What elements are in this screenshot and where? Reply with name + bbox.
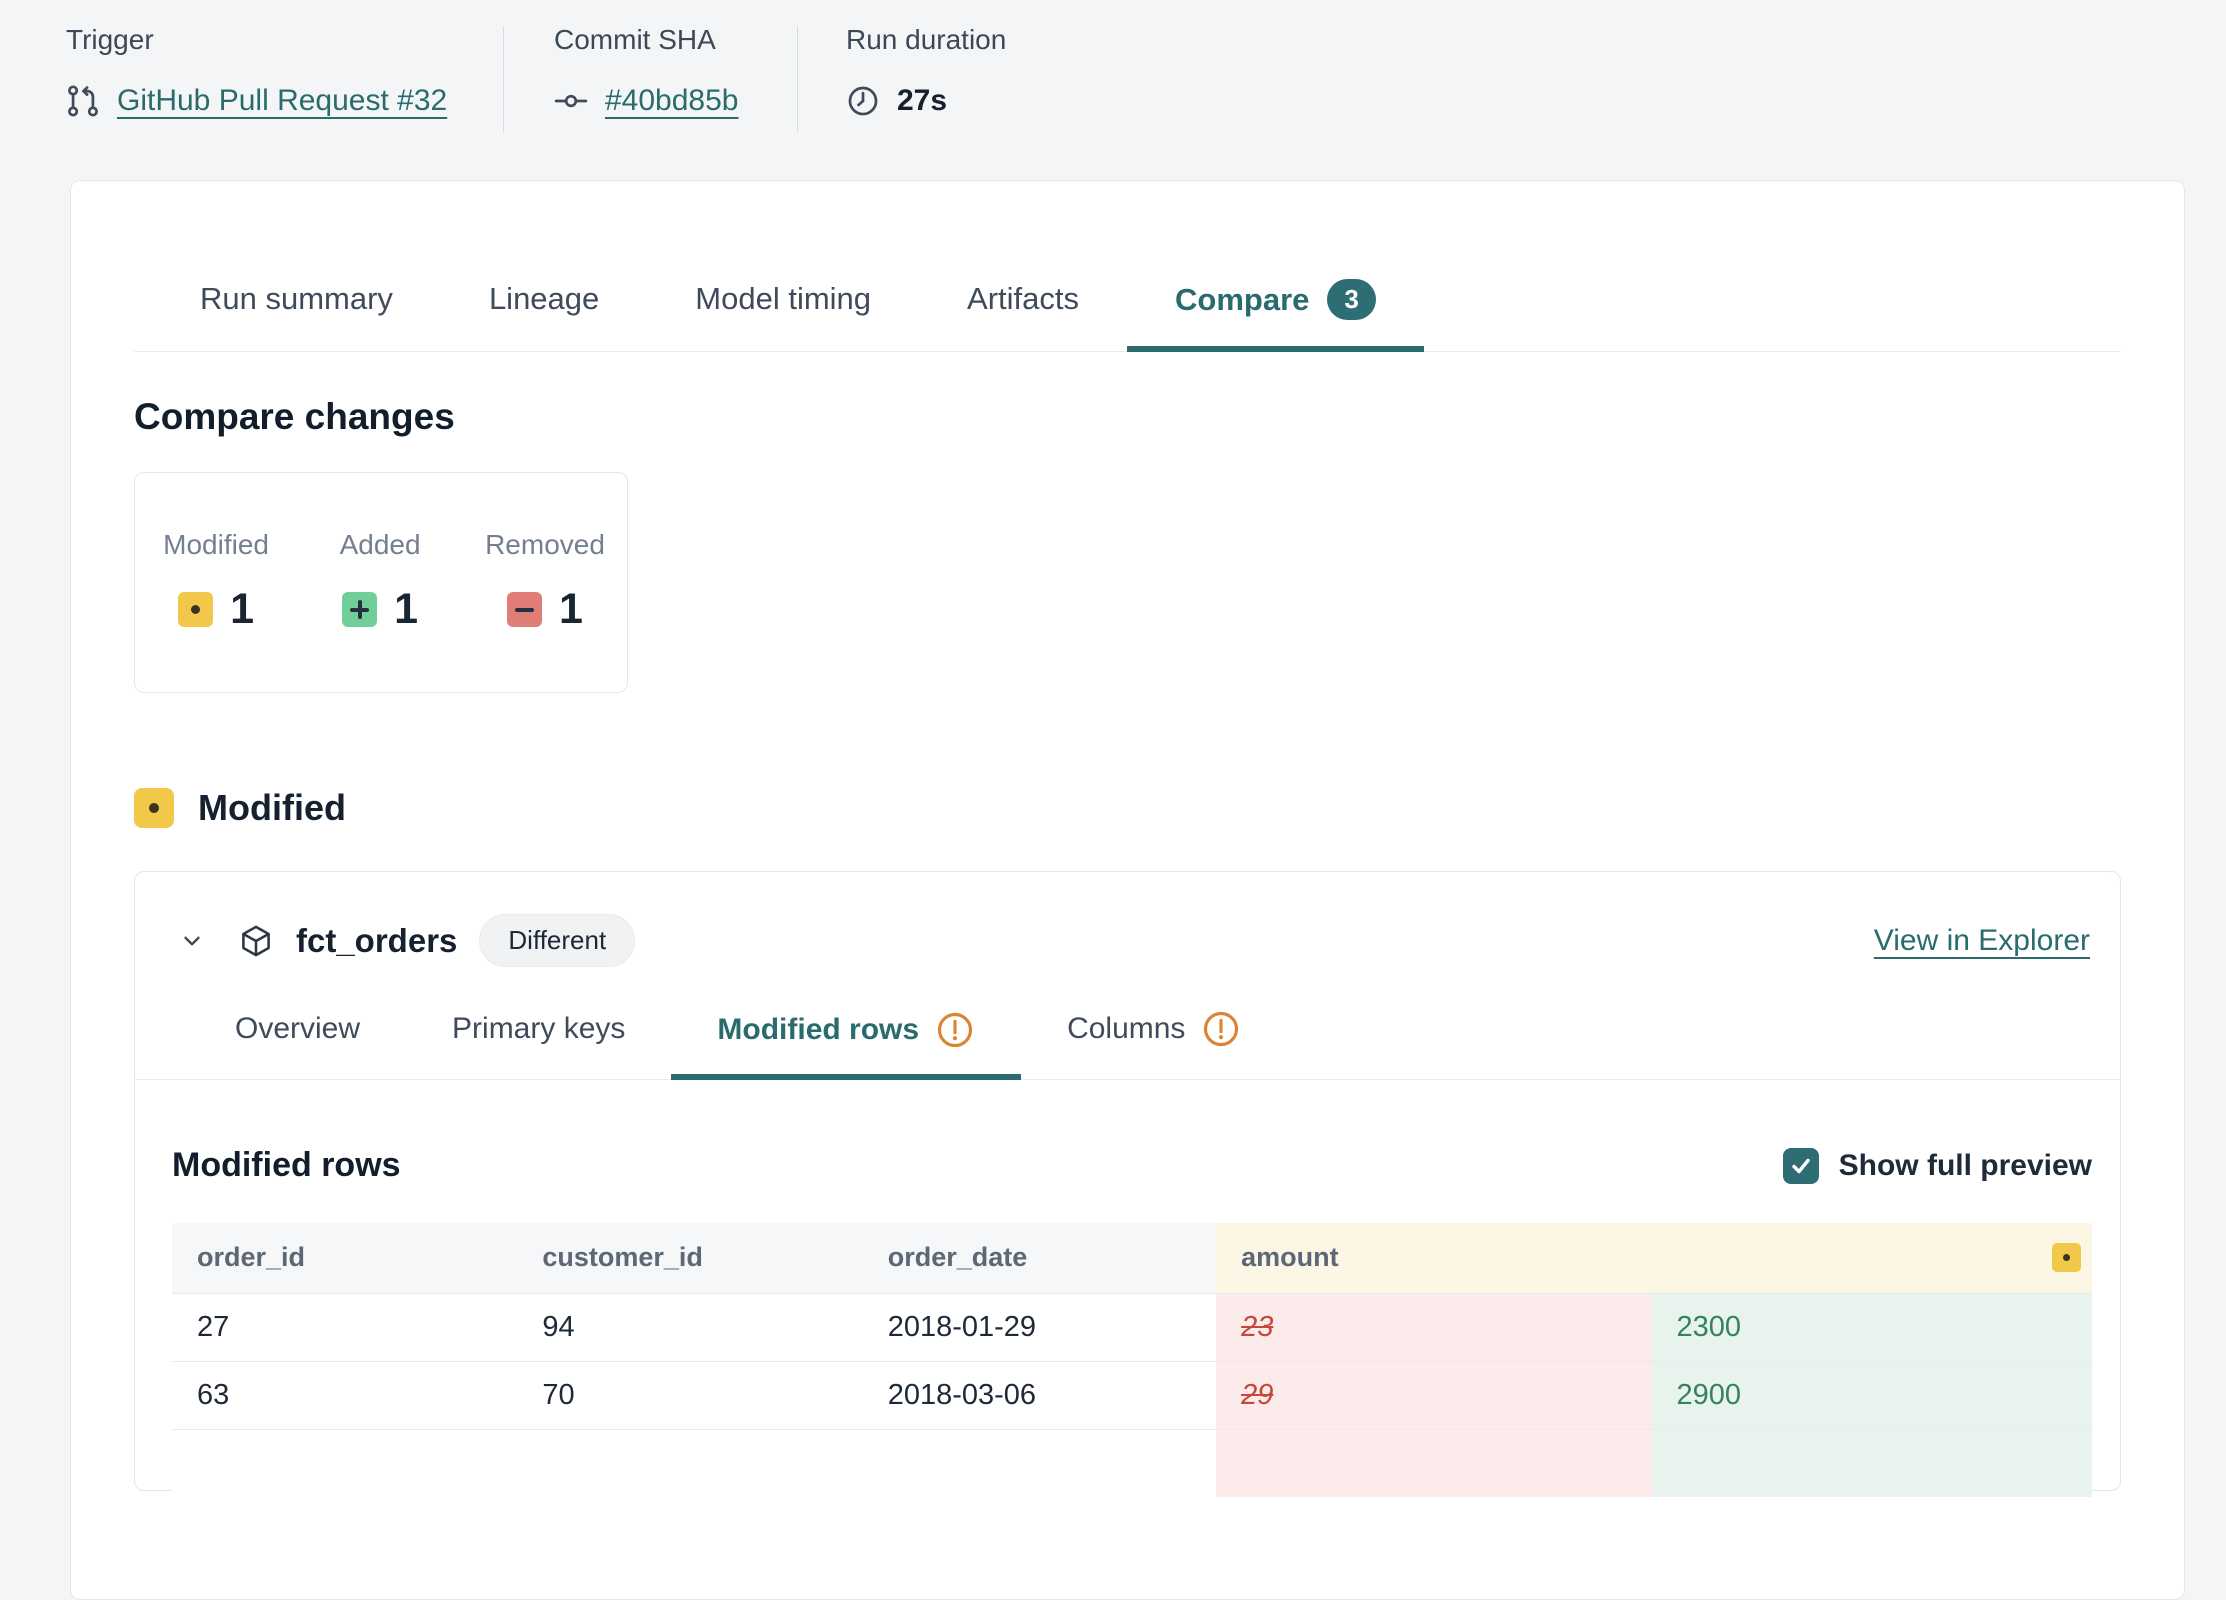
column-header-customer-id: customer_id	[517, 1223, 862, 1293]
table-row: 63 70 2018-03-06 29 2900	[172, 1361, 2092, 1429]
run-meta-header: Trigger GitHub Pull Request #32 Commit S…	[0, 0, 2226, 146]
modified-dot-square-icon	[178, 592, 213, 627]
stat-modified-label: Modified	[157, 529, 275, 561]
package-cube-icon	[238, 923, 274, 959]
table-row: 27 94 2018-01-29 23 2300	[172, 1293, 2092, 1361]
duration-value: 27s	[897, 84, 947, 118]
modified-dot-square-icon	[134, 788, 174, 828]
cell-order-id: 63	[172, 1361, 517, 1429]
modified-dot-square-icon	[2052, 1243, 2081, 1272]
tab-lineage[interactable]: Lineage	[441, 251, 647, 351]
column-header-amount: amount	[1216, 1223, 2092, 1293]
tab-run-summary[interactable]: Run summary	[152, 251, 441, 351]
show-full-preview-label: Show full preview	[1839, 1149, 2092, 1183]
added-plus-square-icon	[342, 592, 377, 627]
cell-amount-old: 29	[1216, 1361, 1651, 1429]
column-header-order-id: order_id	[172, 1223, 517, 1293]
tab-primary-keys[interactable]: Primary keys	[406, 983, 671, 1079]
cell-customer-id	[517, 1429, 862, 1497]
duration-section: Run duration 27s	[798, 24, 1006, 146]
trigger-section: Trigger GitHub Pull Request #32	[66, 24, 503, 146]
alert-circle-icon	[935, 1010, 975, 1050]
stat-added-label: Added	[321, 529, 439, 561]
cell-order-date: 2018-03-06	[863, 1361, 1216, 1429]
column-header-order-date: order_date	[863, 1223, 1216, 1293]
stat-removed-value: 1	[559, 585, 583, 634]
view-in-explorer-link[interactable]: View in Explorer	[1874, 924, 2090, 958]
cell-amount-old	[1216, 1429, 1651, 1497]
cell-customer-id: 70	[517, 1361, 862, 1429]
cell-order-date	[863, 1429, 1216, 1497]
stat-modified: Modified 1	[157, 529, 275, 634]
cell-customer-id: 94	[517, 1293, 862, 1361]
tab-overview[interactable]: Overview	[189, 983, 406, 1079]
page-title: Compare changes	[134, 396, 2121, 438]
git-commit-icon	[554, 84, 588, 118]
stat-removed: Removed 1	[485, 529, 605, 634]
commit-link[interactable]: #40bd85b	[605, 84, 738, 118]
git-pull-request-icon	[66, 84, 100, 118]
tab-compare[interactable]: Compare 3	[1127, 251, 1424, 352]
modified-rows-panel: Modified rows Show full preview order_id…	[135, 1146, 2120, 1497]
trigger-link[interactable]: GitHub Pull Request #32	[117, 84, 447, 118]
model-card-header: fct_orders Different View in Explorer	[135, 872, 2120, 967]
commit-section: Commit SHA #40bd85b	[504, 24, 797, 146]
tab-columns[interactable]: Columns	[1021, 983, 1287, 1079]
model-name: fct_orders	[296, 922, 457, 960]
status-badge: Different	[479, 914, 635, 967]
stat-added: Added 1	[321, 529, 439, 634]
table-header-row: order_id customer_id order_date amount	[172, 1223, 2092, 1293]
duration-label: Run duration	[846, 24, 1006, 56]
stat-removed-label: Removed	[485, 529, 605, 561]
run-tabs: Run summary Lineage Model timing Artifac…	[134, 181, 2121, 352]
commit-label: Commit SHA	[554, 24, 797, 56]
cell-order-id	[172, 1429, 517, 1497]
cell-amount-old: 23	[1216, 1293, 1651, 1361]
tab-artifacts[interactable]: Artifacts	[919, 251, 1127, 351]
table-row	[172, 1429, 2092, 1497]
compare-summary-card: Modified 1 Added 1 Removed 1	[134, 472, 628, 693]
checkmark-icon	[1789, 1154, 1813, 1178]
run-detail-card: Run summary Lineage Model timing Artifac…	[70, 180, 2185, 1600]
removed-minus-square-icon	[507, 592, 542, 627]
cell-order-date: 2018-01-29	[863, 1293, 1216, 1361]
checkbox-checked[interactable]	[1783, 1148, 1819, 1184]
compare-count-badge: 3	[1327, 279, 1375, 320]
cell-order-id: 27	[172, 1293, 517, 1361]
show-full-preview-toggle[interactable]: Show full preview	[1783, 1148, 2092, 1184]
cell-amount-new: 2900	[1652, 1361, 2092, 1429]
modified-section-header: Modified	[134, 787, 2121, 829]
clock-icon	[846, 84, 880, 118]
cell-amount-new: 2300	[1652, 1293, 2092, 1361]
model-tabs: Overview Primary keys Modified rows Colu…	[135, 983, 2120, 1080]
cell-amount-new	[1652, 1429, 2092, 1497]
modified-section-title: Modified	[198, 787, 346, 829]
model-diff-card: fct_orders Different View in Explorer Ov…	[134, 871, 2121, 1491]
modified-rows-table: order_id customer_id order_date amount	[172, 1223, 2092, 1497]
tab-model-timing[interactable]: Model timing	[647, 251, 919, 351]
stat-added-value: 1	[394, 585, 418, 634]
panel-title: Modified rows	[172, 1146, 1783, 1185]
stat-modified-value: 1	[230, 585, 254, 634]
trigger-label: Trigger	[66, 24, 503, 56]
tab-modified-rows[interactable]: Modified rows	[671, 983, 1021, 1080]
alert-circle-icon	[1201, 1009, 1241, 1049]
collapse-toggle-button[interactable]	[172, 921, 212, 961]
chevron-down-icon	[179, 928, 205, 954]
